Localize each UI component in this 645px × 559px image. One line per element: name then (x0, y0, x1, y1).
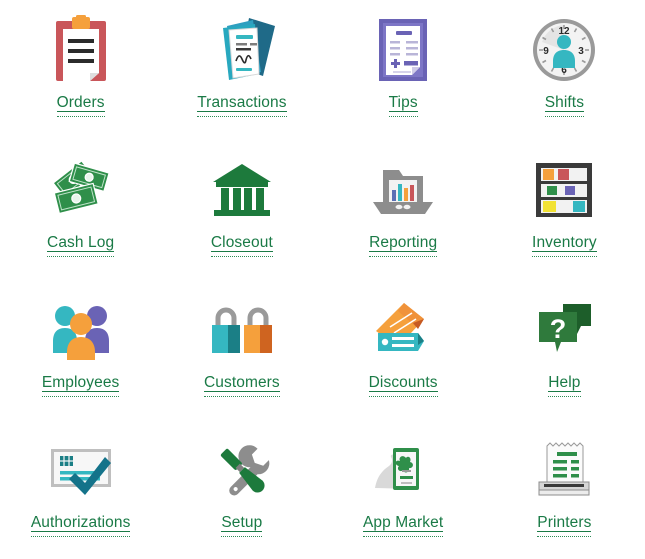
tile-closeout[interactable]: Closeout (161, 140, 322, 280)
documents-transactions-icon (203, 12, 281, 88)
folder-barchart-reporting-icon (364, 152, 442, 228)
bank-building-closeout-icon (203, 152, 281, 228)
receipt-printer-printers-icon (525, 432, 603, 508)
tile-label: Reporting (369, 234, 438, 258)
question-speech-help-icon: ? (525, 292, 603, 368)
pencil-tag-discounts-icon (364, 292, 442, 368)
tile-label: Closeout (210, 234, 273, 258)
clipboard-orders-icon (42, 12, 120, 88)
tile-label: Employees (41, 374, 120, 398)
svg-text:3: 3 (579, 46, 585, 57)
tile-inventory[interactable]: Inventory (484, 140, 645, 280)
tile-setup[interactable]: Setup (161, 420, 322, 559)
tile-employees[interactable]: Employees (0, 280, 161, 420)
tile-orders[interactable]: Orders (0, 0, 161, 140)
app-tile-grid: Orders Transactions Tips 12 3 6 9 Shifts… (0, 0, 645, 559)
tile-label: Shifts (544, 94, 585, 118)
tile-shifts[interactable]: 12 3 6 9 Shifts (484, 0, 645, 140)
padlocks-customers-icon (203, 292, 281, 368)
tile-transactions[interactable]: Transactions (161, 0, 322, 140)
tile-discounts[interactable]: Discounts (323, 280, 484, 420)
tile-label: Customers (203, 374, 280, 398)
people-group-employees-icon (42, 292, 120, 368)
tile-label: Discounts (368, 374, 438, 398)
tile-label: Setup (221, 514, 263, 538)
svg-text:?: ? (550, 314, 567, 344)
tile-label: Orders (56, 94, 105, 118)
tile-app-market[interactable]: App Market (323, 420, 484, 559)
tile-label: Tips (388, 94, 418, 118)
tile-label: App Market (362, 514, 444, 538)
tile-label: Printers (537, 514, 592, 538)
credit-card-check-authorizations-icon (42, 432, 120, 508)
hand-phone-app-market-icon (364, 432, 442, 508)
tile-tips[interactable]: Tips (323, 0, 484, 140)
tile-printers[interactable]: Printers (484, 420, 645, 559)
receipt-tips-icon (364, 12, 442, 88)
clock-person-shifts-icon: 12 3 6 9 (525, 12, 603, 88)
tile-cash-log[interactable]: Cash Log (0, 140, 161, 280)
tile-customers[interactable]: Customers (161, 280, 322, 420)
tile-label: Inventory (532, 234, 597, 258)
shelf-boxes-inventory-icon (525, 152, 603, 228)
tile-authorizations[interactable]: Authorizations (0, 420, 161, 559)
tile-label: Help (548, 374, 581, 398)
tile-help[interactable]: ? Help (484, 280, 645, 420)
svg-text:9: 9 (544, 46, 550, 57)
tile-label: Transactions (197, 94, 287, 118)
tile-label: Authorizations (30, 514, 131, 538)
tile-reporting[interactable]: Reporting (323, 140, 484, 280)
tile-label: Cash Log (47, 234, 115, 258)
banknotes-cash-log-icon (42, 152, 120, 228)
wrench-screwdriver-setup-icon (203, 432, 281, 508)
